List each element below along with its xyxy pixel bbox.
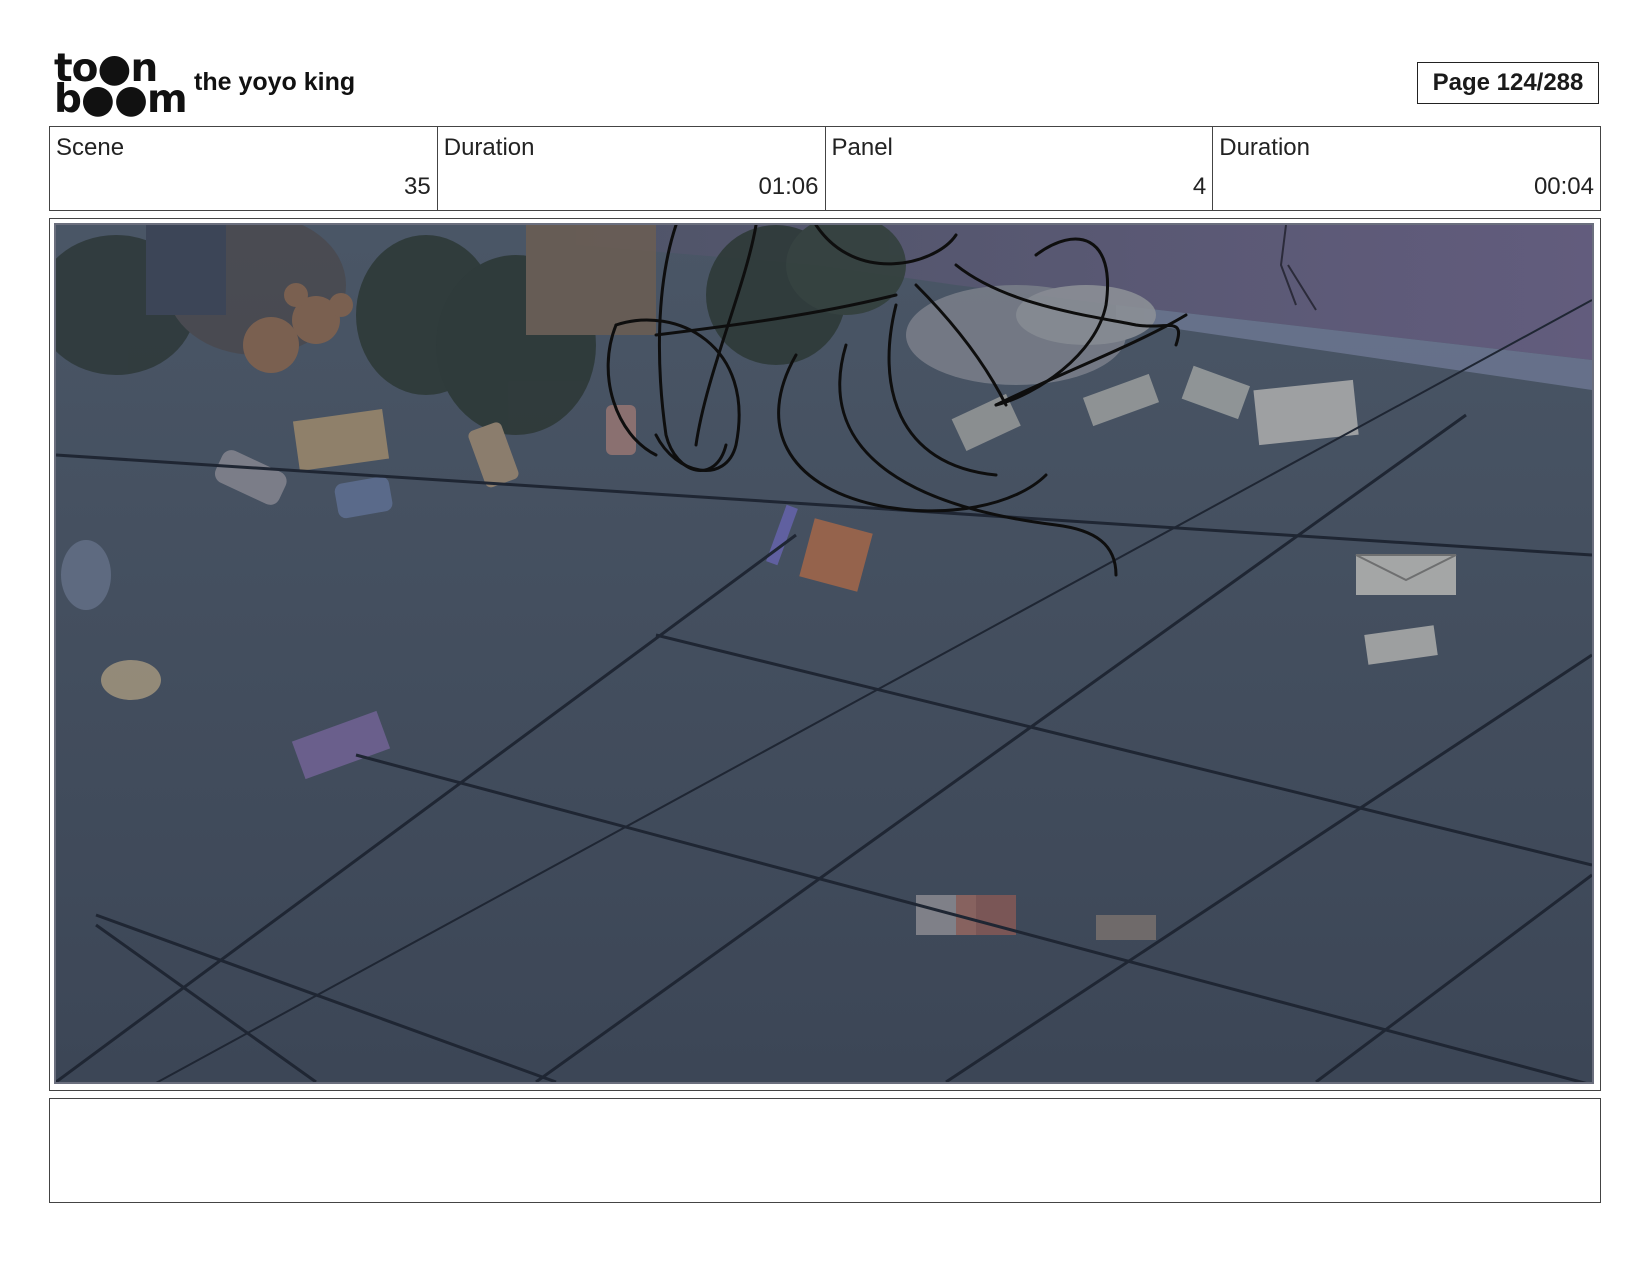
storyboard-panel-image [54, 223, 1594, 1084]
page-number: Page 124/288 [1417, 62, 1599, 104]
panel-value: 4 [1192, 173, 1207, 200]
project-title: the yoyo king [194, 68, 356, 96]
panel-label: Panel [831, 134, 893, 161]
scene-info-table: Scene 35 Duration 01:06 Panel 4 Duration… [49, 126, 1601, 211]
storyboard-panel-frame [49, 218, 1601, 1091]
panel-duration-value: 00:04 [1533, 173, 1594, 200]
panel-duration-cell: Duration 00:04 [1213, 127, 1600, 210]
scene-label: Scene [56, 134, 125, 161]
scene-duration-value: 01:06 [758, 173, 819, 200]
panel-cell: Panel 4 [826, 127, 1214, 210]
toonboom-logo: to●n b●●m [54, 49, 188, 119]
panel-notes-box [49, 1098, 1601, 1203]
scene-value: 35 [404, 173, 431, 200]
panel-duration-label: Duration [1219, 134, 1310, 161]
scene-duration-label: Duration [443, 134, 535, 161]
logo-line-2: b●●m [54, 77, 188, 122]
scene-duration-cell: Duration 01:06 [438, 127, 826, 210]
scene-cell: Scene 35 [50, 127, 438, 210]
